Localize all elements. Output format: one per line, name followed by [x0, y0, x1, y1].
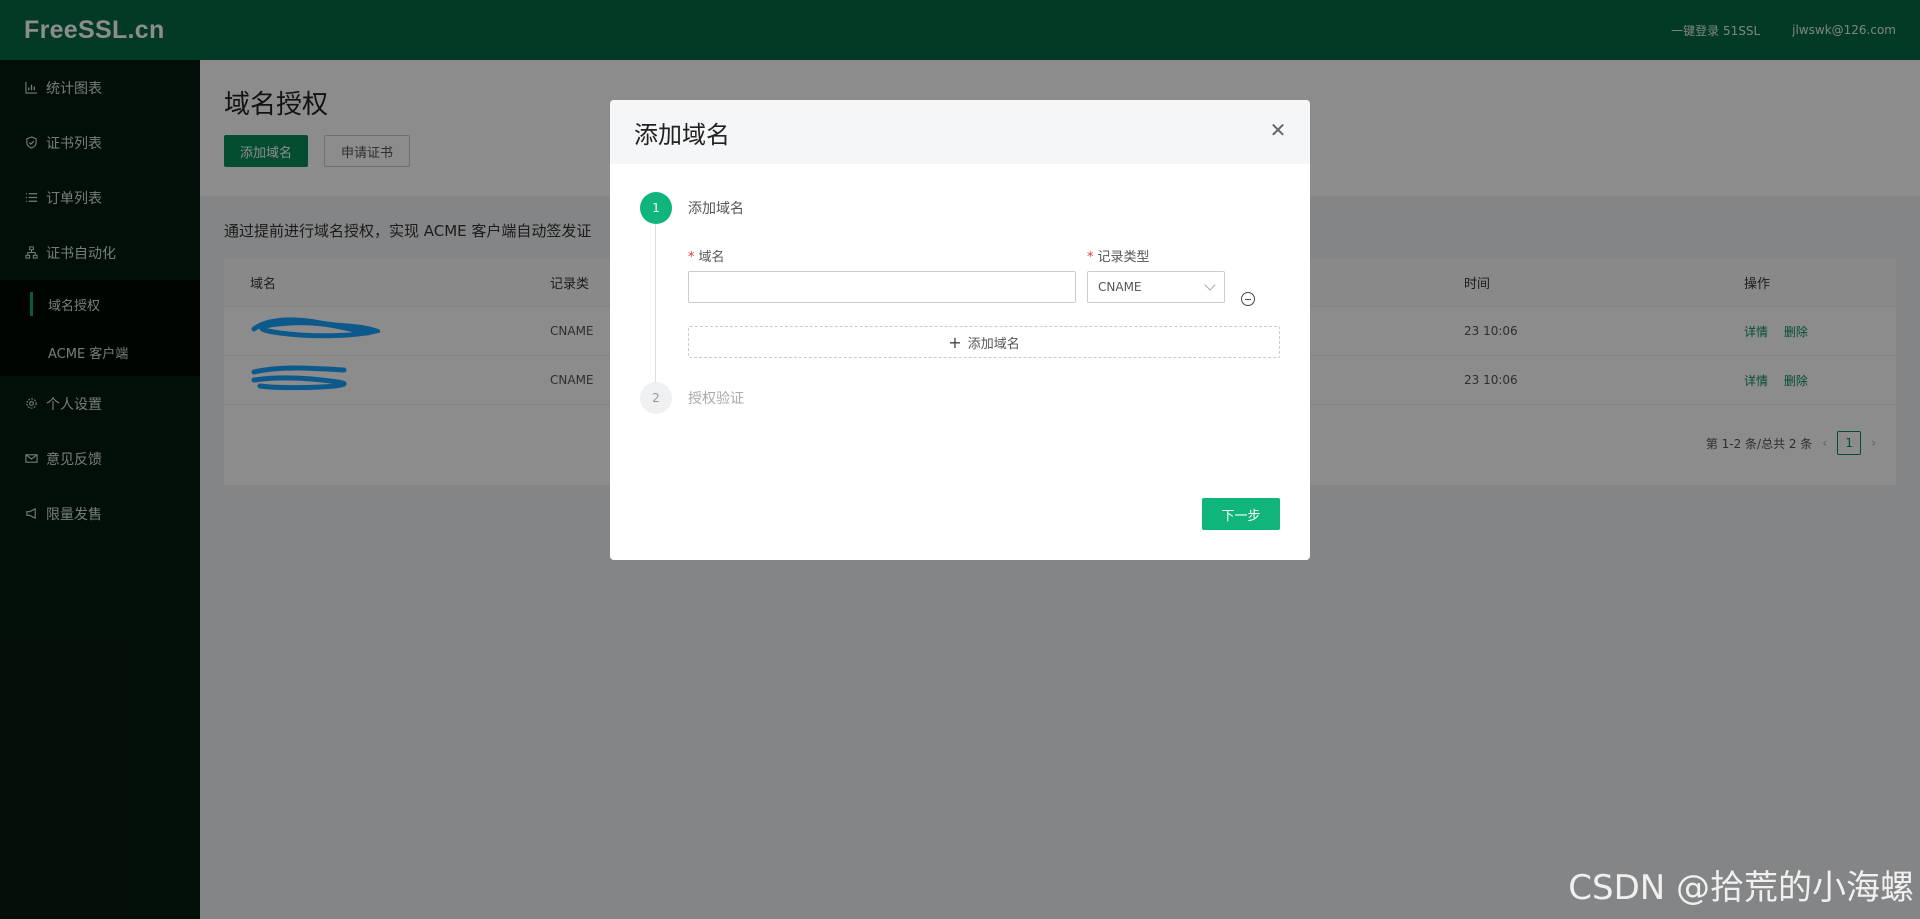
remove-row-icon[interactable]	[1241, 292, 1255, 306]
record-type-label: * 记录类型	[1087, 250, 1150, 265]
close-icon[interactable]: ✕	[1264, 116, 1292, 144]
add-domain-row-label: 添加域名	[967, 336, 1020, 352]
add-domain-row-button[interactable]: + 添加域名	[688, 326, 1280, 358]
chevron-down-icon	[1204, 279, 1216, 291]
watermark: CSDN @拾荒的小海螺	[1568, 868, 1914, 908]
domain-field-group: * 域名	[688, 246, 1076, 303]
domain-label: * 域名	[688, 250, 725, 265]
record-type-select[interactable]: CNAME	[1087, 271, 1225, 303]
plus-icon: +	[948, 332, 962, 352]
step-2: 2 授权验证	[640, 382, 744, 414]
step-1: 1 添加域名	[640, 192, 744, 224]
step-connector	[655, 220, 656, 390]
next-step-button[interactable]: 下一步	[1202, 498, 1280, 530]
step-number: 2	[640, 382, 672, 414]
step-label: 添加域名	[688, 201, 744, 217]
step-label: 授权验证	[688, 391, 744, 407]
add-domain-modal: 添加域名 ✕ 1 添加域名 * 域名 * 记录类型 CNAME + 添加域名 2 授…	[610, 100, 1310, 560]
modal-body: 1 添加域名 * 域名 * 记录类型 CNAME + 添加域名 2 授权验证 下一步	[610, 164, 1310, 560]
record-type-field-group: * 记录类型 CNAME	[1087, 246, 1225, 303]
record-type-value: CNAME	[1098, 280, 1142, 294]
modal-header: 添加域名 ✕	[610, 100, 1310, 164]
domain-input[interactable]	[688, 271, 1076, 303]
modal-title: 添加域名	[634, 120, 730, 149]
step-number: 1	[640, 192, 672, 224]
